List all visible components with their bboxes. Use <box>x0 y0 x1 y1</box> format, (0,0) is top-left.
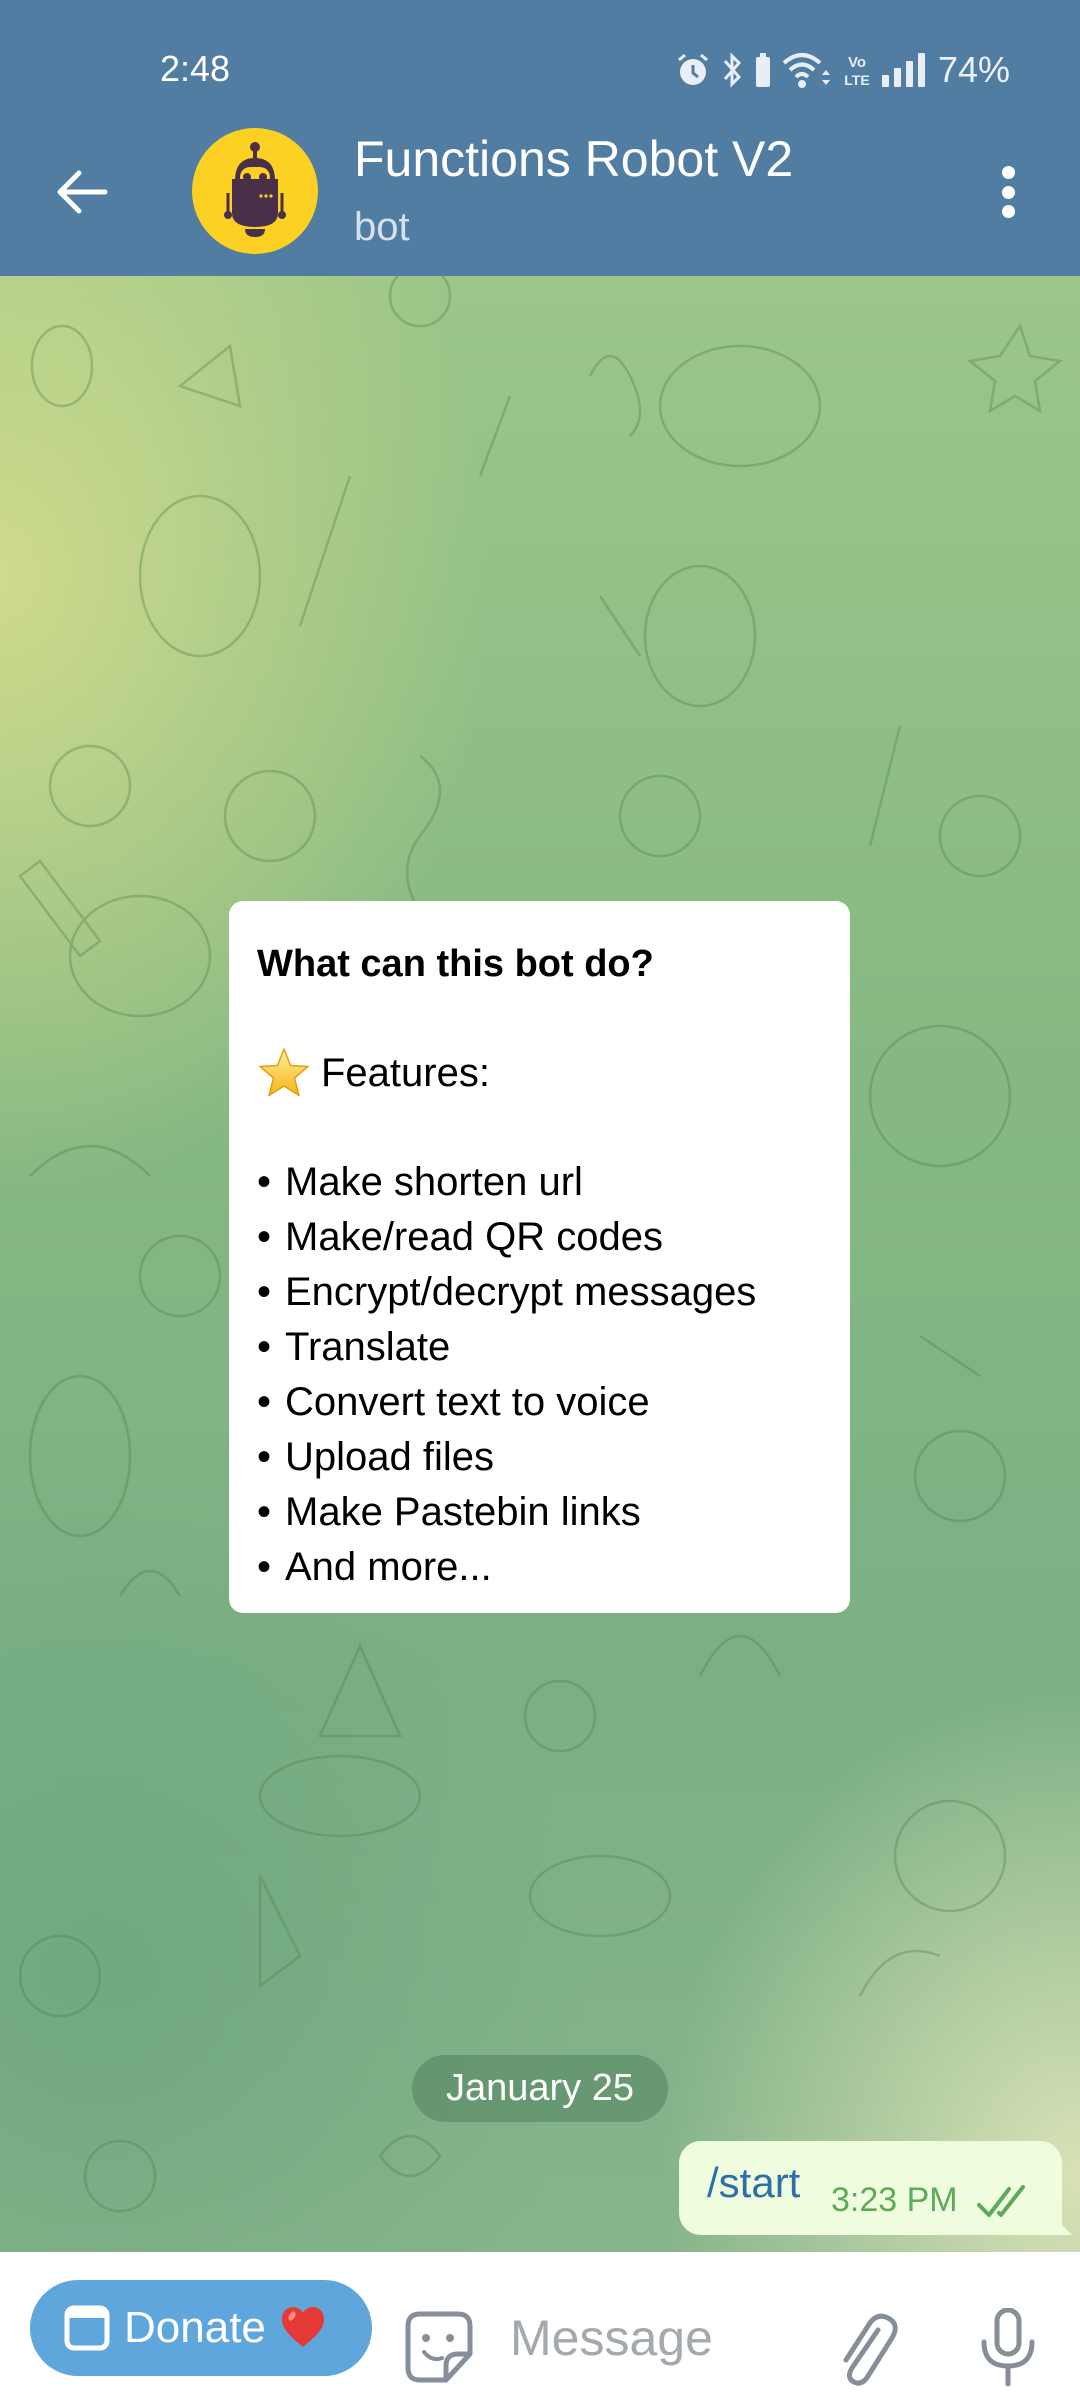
more-menu-button[interactable] <box>990 160 1026 224</box>
volte-icon: Vo LTE <box>844 54 869 88</box>
features-list: • Make shorten url • Make/read QR codes • E… <box>257 1155 822 1595</box>
signal-icon <box>881 53 925 87</box>
app-header: 2:48 Vo LTE 74% Functions Robot V2 bot <box>0 0 1080 276</box>
feature-item: • Encrypt/decrypt messages <box>257 1270 757 1314</box>
status-time: 2:48 <box>160 48 231 89</box>
features-heading: Features: <box>257 1046 822 1100</box>
status-bar: 2:48 Vo LTE 74% <box>0 0 1080 140</box>
star-icon <box>259 1048 309 1097</box>
command-link[interactable]: /start <box>707 2159 800 2207</box>
robot-icon <box>224 142 286 237</box>
sticker-icon[interactable] <box>402 2310 476 2384</box>
arrow-left-icon <box>57 170 108 214</box>
chat-subtitle: bot <box>354 205 410 249</box>
back-button[interactable] <box>50 160 114 224</box>
message-input-bar: Donate <box>0 2252 1080 2400</box>
svg-text:Vo: Vo <box>848 54 866 71</box>
feature-item: • Make Pastebin links <box>257 1490 641 1534</box>
donate-label: Donate <box>124 2303 266 2352</box>
svg-text:LTE: LTE <box>844 72 869 88</box>
web-app-icon <box>64 2305 110 2351</box>
chat-title[interactable]: Functions Robot V2 <box>354 130 793 188</box>
feature-item: • And more... <box>257 1545 492 1589</box>
more-vertical-icon <box>1001 166 1015 179</box>
status-icons: Vo LTE 74% <box>676 48 1010 92</box>
feature-item: • Translate <box>257 1325 451 1369</box>
bluetooth-icon <box>723 52 741 88</box>
feature-item: • Convert text to voice <box>257 1380 650 1424</box>
avatar[interactable] <box>192 128 318 254</box>
date-separator: January 25 <box>412 2055 668 2122</box>
feature-item: • Make/read QR codes <box>257 1215 663 1259</box>
chat-area[interactable]: What can this bot do? Features: • Make sh… <box>0 276 1080 2252</box>
heart-icon <box>281 2307 324 2347</box>
alarm-icon <box>677 53 708 85</box>
message-time: 3:23 PM <box>831 2181 958 2219</box>
double-check-icon <box>977 2185 1025 2217</box>
features-label: Features: <box>321 1051 490 1095</box>
battery-small-icon <box>755 53 770 87</box>
wifi-icon <box>782 53 830 88</box>
battery-percent: 74% <box>937 49 1010 90</box>
paperclip-icon[interactable] <box>832 2310 898 2386</box>
feature-item: • Make shorten url <box>257 1160 583 1204</box>
feature-item: • Upload files <box>257 1435 495 1479</box>
microphone-icon[interactable] <box>978 2308 1038 2388</box>
message-input[interactable] <box>510 2298 810 2378</box>
bot-info-title: What can this bot do? <box>257 943 654 985</box>
donate-button[interactable]: Donate <box>30 2280 372 2376</box>
bot-info-card: What can this bot do? Features: • Make sh… <box>229 901 850 1613</box>
outgoing-message[interactable]: /start 3:23 PM <box>679 2141 1062 2235</box>
